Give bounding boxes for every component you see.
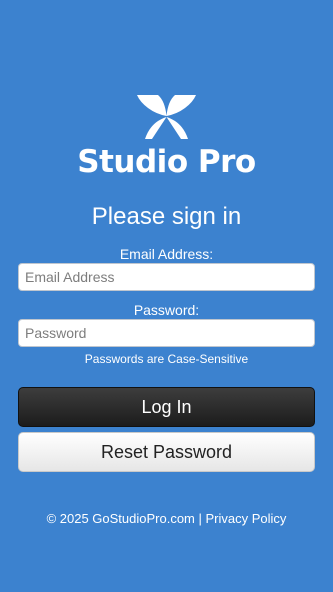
app-name: Studio Pro [77, 144, 256, 180]
login-button[interactable]: Log In [18, 387, 315, 427]
sign-in-heading: Please sign in [91, 203, 242, 230]
footer: © 2025 GoStudioPro.com | Privacy Policy [0, 510, 333, 528]
reset-password-button[interactable]: Reset Password [18, 432, 315, 472]
email-field[interactable] [18, 263, 315, 291]
privacy-policy-link[interactable]: Privacy Policy [206, 511, 287, 526]
email-label: Email Address: [119, 246, 214, 262]
case-sensitive-hint: Passwords are Case-Sensitive [84, 352, 249, 366]
copyright-text: © 2025 GoStudioPro.com [46, 511, 195, 526]
password-field[interactable] [18, 319, 315, 347]
butterfly-x-logo-icon [137, 95, 196, 139]
footer-separator: | [194, 511, 206, 526]
password-label: Password: [133, 302, 200, 318]
